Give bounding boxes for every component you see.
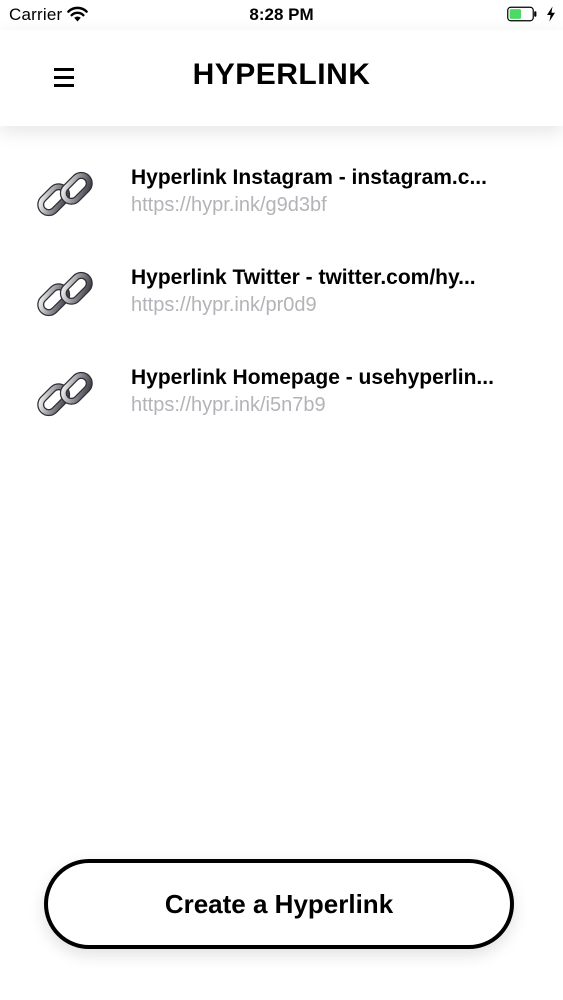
list-item[interactable]: Hyperlink Instagram - instagram.c... htt… [0, 126, 563, 226]
create-hyperlink-button[interactable]: Create a Hyperlink [44, 859, 514, 949]
list-item[interactable]: Hyperlink Homepage - usehyperlin... http… [0, 326, 563, 426]
charging-bolt-icon [547, 6, 555, 22]
navigation-bar: HYPERLINK [0, 30, 563, 126]
chain-link-icon [37, 171, 93, 217]
link-url: https://hypr.ink/pr0d9 [131, 294, 317, 316]
link-title: Hyperlink Homepage - usehyperlin... [131, 366, 494, 389]
battery-icon [507, 6, 537, 22]
chain-link-icon [37, 271, 93, 317]
link-url: https://hypr.ink/i5n7b9 [131, 394, 326, 416]
list-item[interactable]: Hyperlink Twitter - twitter.com/hy... ht… [0, 226, 563, 326]
link-title: Hyperlink Twitter - twitter.com/hy... [131, 266, 476, 289]
page-title: HYPERLINK [192, 58, 371, 91]
chain-link-icon [37, 371, 93, 417]
create-hyperlink-label: Create a Hyperlink [164, 888, 394, 919]
status-bar: Carrier 8:28 PM [0, 0, 563, 30]
clock: 8:28 PM [249, 5, 314, 24]
link-title: Hyperlink Instagram - instagram.c... [131, 166, 487, 189]
link-url: https://hypr.ink/g9d3bf [131, 194, 327, 216]
app-screen: Carrier 8:28 PM HYPERLINK Hyperlink Inst… [0, 0, 563, 1000]
